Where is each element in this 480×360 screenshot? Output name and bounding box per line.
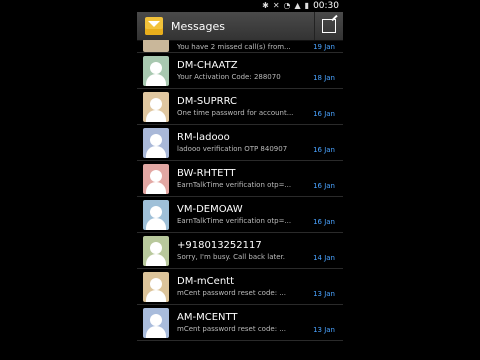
message-list[interactable]: You have 2 missed call(s) from... 19 Jan… <box>137 40 343 341</box>
page-title: Messages <box>171 19 225 33</box>
status-bar: ✱ ✕ ◔ ▲ ▮ 00:30 <box>137 0 343 12</box>
message-thread[interactable]: AM-MCENTT mCent password reset code: ...… <box>137 305 343 341</box>
contact-name: BW-RHTETT <box>177 168 236 179</box>
message-date: 14 Jan <box>313 254 335 262</box>
message-snippet: One time password for account... <box>177 109 294 117</box>
message-date: 16 Jan <box>313 110 335 118</box>
contact-name: DM-SUPRRC <box>177 96 238 107</box>
message-date: 16 Jan <box>313 146 335 154</box>
message-snippet: Sorry, I'm busy. Call back later. <box>177 253 286 261</box>
status-time: 00:30 <box>313 1 339 11</box>
message-thread[interactable]: You have 2 missed call(s) from... 19 Jan <box>137 40 343 53</box>
contact-name: AM-MCENTT <box>177 312 238 323</box>
message-snippet: mCent password reset code: ... <box>177 325 286 333</box>
message-date: 16 Jan <box>313 182 335 190</box>
contact-name: DM-mCentt <box>177 276 234 287</box>
message-snippet: EarnTalkTime verification otp=... <box>177 181 292 189</box>
message-thread[interactable]: DM-mCentt mCent password reset code: ...… <box>137 269 343 305</box>
contact-avatar <box>143 127 169 158</box>
signal-icon: ▲ <box>294 1 301 10</box>
message-thread[interactable]: DM-SUPRRC One time password for account.… <box>137 89 343 125</box>
message-thread[interactable]: +918013252117 Sorry, I'm busy. Call back… <box>137 233 343 269</box>
wifi-icon: ◔ <box>283 1 291 10</box>
contact-avatar <box>143 271 169 302</box>
message-thread[interactable]: DM-CHAATZ Your Activation Code: 288070 1… <box>137 53 343 89</box>
message-snippet: You have 2 missed call(s) from... <box>177 43 291 51</box>
bluetooth-icon: ✱ <box>262 1 269 10</box>
message-thread[interactable]: RM-ladooo ladooo verification OTP 840907… <box>137 125 343 161</box>
message-date: 13 Jan <box>313 326 335 334</box>
message-date: 13 Jan <box>313 290 335 298</box>
message-thread[interactable]: VM-DEMOAW EarnTalkTime verification otp=… <box>137 197 343 233</box>
contact-avatar <box>143 235 169 266</box>
phone-screen: ✱ ✕ ◔ ▲ ▮ 00:30 Messages You have 2 miss… <box>137 0 343 360</box>
message-date: 16 Jan <box>313 218 335 226</box>
message-thread[interactable]: BW-RHTETT EarnTalkTime verification otp=… <box>137 161 343 197</box>
message-snippet: Your Activation Code: 288070 <box>177 73 281 81</box>
contact-avatar <box>143 163 169 194</box>
message-snippet: ladooo verification OTP 840907 <box>177 145 288 153</box>
message-snippet: EarnTalkTime verification otp=... <box>177 217 292 225</box>
contact-avatar <box>143 91 169 122</box>
compose-button[interactable] <box>314 12 343 40</box>
messages-app-icon[interactable] <box>145 17 163 35</box>
contact-name: VM-DEMOAW <box>177 204 243 215</box>
contact-avatar <box>143 55 169 86</box>
contact-name: RM-ladooo <box>177 132 230 143</box>
message-snippet: mCent password reset code: ... <box>177 289 286 297</box>
message-date: 18 Jan <box>313 74 335 82</box>
contact-name: +918013252117 <box>177 240 262 251</box>
contact-avatar <box>143 40 169 52</box>
compose-icon <box>322 19 336 33</box>
battery-icon: ▮ <box>304 1 310 10</box>
contact-name: DM-CHAATZ <box>177 60 238 71</box>
mute-icon: ✕ <box>272 1 280 10</box>
action-bar: Messages <box>137 12 343 41</box>
contact-avatar <box>143 307 169 338</box>
message-date: 19 Jan <box>313 43 335 51</box>
contact-avatar <box>143 199 169 230</box>
